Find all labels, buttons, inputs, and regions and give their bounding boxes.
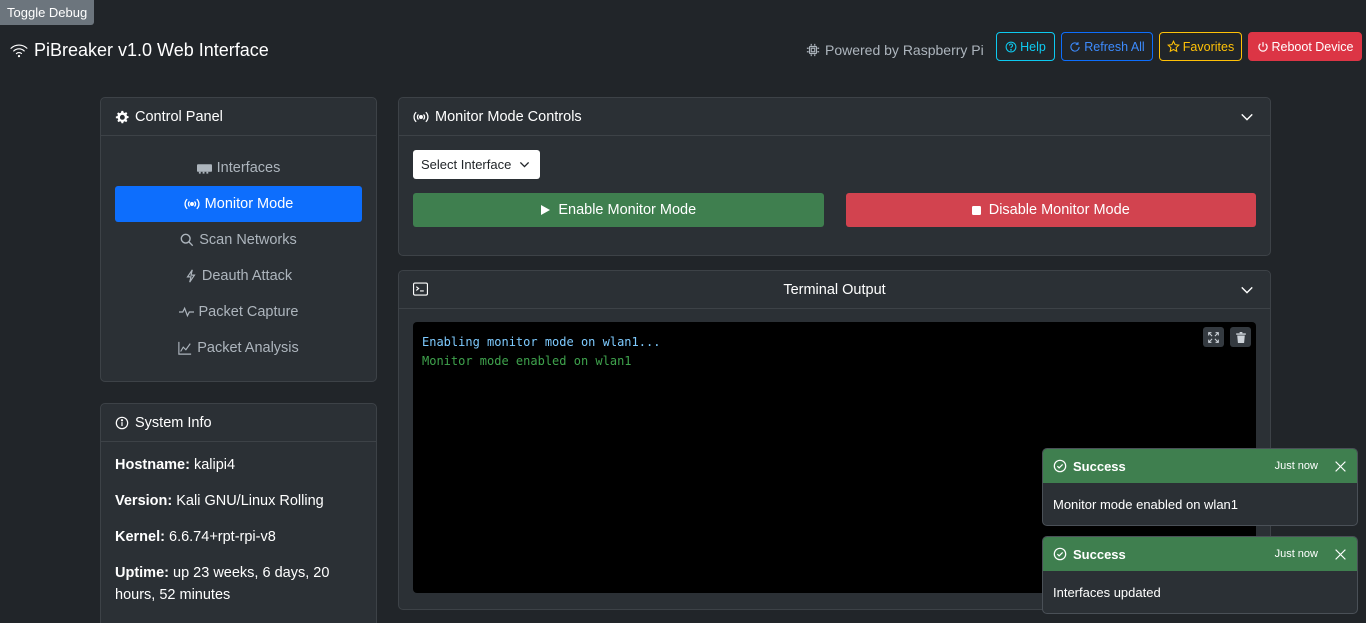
info-row-kernel: Kernel: 6.6.74+rpt-rpi-v8 <box>115 526 362 548</box>
question-circle-icon <box>1005 41 1017 52</box>
toggle-debug-button[interactable]: Toggle Debug <box>0 0 95 25</box>
lightning-icon <box>186 269 196 283</box>
play-icon <box>541 205 551 215</box>
reboot-device-button[interactable]: Reboot Device <box>1248 32 1362 61</box>
system-info-body: Hostname: kalipi4 Version: Kali GNU/Linu… <box>101 442 376 623</box>
info-value: kalipi4 <box>193 457 236 473</box>
check-circle-icon <box>1053 459 1067 473</box>
clear-terminal-button[interactable] <box>1230 327 1251 347</box>
toast-message: Monitor mode enabled on wlan1 <box>1053 496 1239 512</box>
info-row-version: Version: Kali GNU/Linux Rolling <box>115 490 362 512</box>
app-brand: PiBreaker v1.0 Web Interface <box>10 40 269 61</box>
toast-time: Just now <box>1274 548 1318 560</box>
nav-item-deauth-attack[interactable]: Deauth Attack <box>115 258 362 294</box>
close-icon[interactable] <box>1334 460 1347 473</box>
chevron-down-icon[interactable] <box>1240 110 1254 124</box>
nav-item-packet-analysis[interactable]: Packet Analysis <box>115 330 362 366</box>
close-icon[interactable] <box>1334 548 1347 561</box>
wifi-icon <box>10 43 28 57</box>
toast-title: Success <box>1073 458 1126 474</box>
nav-item-label: Scan Networks <box>199 232 297 248</box>
graph-icon <box>178 341 192 355</box>
info-key: Kernel: <box>115 529 165 545</box>
chevron-down-icon[interactable] <box>1240 283 1254 297</box>
toast-message: Interfaces updated <box>1053 584 1161 600</box>
broadcast-icon <box>184 198 200 210</box>
favorites-label: Favorites <box>1182 39 1235 54</box>
enable-monitor-mode-label: Enable Monitor Mode <box>558 202 697 218</box>
control-panel-card: Control Panel Interfaces Monitor Mode Sc… <box>100 97 377 382</box>
chevron-down-icon <box>520 161 530 168</box>
star-icon <box>1166 40 1180 53</box>
check-circle-icon <box>1053 547 1067 561</box>
toast-header: Success Just now <box>1043 449 1357 483</box>
ethernet-card-icon <box>196 164 212 174</box>
info-value: 6.6.74+rpt-rpi-v8 <box>169 529 276 545</box>
toast-header: Success Just now <box>1043 537 1357 571</box>
nav-item-label: Packet Capture <box>198 304 299 320</box>
terminal-output-title: Terminal Output <box>783 281 886 298</box>
system-info-card: System Info Hostname: kalipi4 Version: K… <box>100 403 377 623</box>
system-info-title: System Info <box>135 414 212 431</box>
terminal-line: Monitor mode enabled on wlan1 <box>422 354 632 368</box>
powered-by: Powered by Raspberry Pi <box>806 42 984 58</box>
trash-icon <box>1235 331 1246 343</box>
interface-select[interactable]: Select Interface <box>413 150 540 179</box>
gear-icon <box>115 110 129 123</box>
control-panel-title: Control Panel <box>135 108 223 125</box>
nav-item-label: Deauth Attack <box>201 268 293 284</box>
power-icon <box>1257 41 1268 52</box>
nav-item-label: Interfaces <box>216 160 281 176</box>
enable-monitor-mode-button[interactable]: Enable Monitor Mode <box>413 193 824 227</box>
disable-monitor-mode-button[interactable]: Disable Monitor Mode <box>845 193 1256 227</box>
cpu-icon <box>806 43 820 57</box>
nav-item-monitor-mode[interactable]: Monitor Mode <box>115 186 362 222</box>
info-key: Hostname: <box>115 457 190 473</box>
broadcast-icon <box>413 111 429 122</box>
info-row-hostname: Hostname: kalipi4 <box>115 454 362 476</box>
info-value: Kali GNU/Linux Rolling <box>176 493 324 509</box>
refresh-all-button[interactable]: Refresh All <box>1061 32 1153 61</box>
info-key: Uptime: <box>115 565 169 581</box>
control-panel-header: Control Panel <box>101 98 376 136</box>
monitor-mode-body: Select Interface Enable Monitor Mode Dis… <box>399 136 1270 241</box>
nav-item-scan-networks[interactable]: Scan Networks <box>115 222 362 258</box>
toast-notification: Success Just now Interfaces updated <box>1042 536 1358 614</box>
toast-title: Success <box>1073 546 1126 562</box>
info-key: Version: <box>115 493 173 509</box>
terminal-icon <box>413 282 428 296</box>
terminal-output-header[interactable]: Terminal Output <box>399 271 1270 309</box>
search-icon <box>180 233 194 247</box>
monitor-mode-title: Monitor Mode Controls <box>435 108 582 125</box>
page-title: PiBreaker v1.0 Web Interface <box>34 40 269 60</box>
toast-time: Just now <box>1274 460 1318 472</box>
help-button-label: Help <box>1020 39 1046 54</box>
monitor-mode-header[interactable]: Monitor Mode Controls <box>399 98 1270 136</box>
disable-monitor-mode-label: Disable Monitor Mode <box>988 202 1130 218</box>
nav-item-label: Packet Analysis <box>197 340 299 356</box>
info-circle-icon <box>115 416 129 429</box>
nav-item-label: Monitor Mode <box>204 196 294 212</box>
refresh-icon <box>1070 41 1080 52</box>
system-info-header: System Info <box>101 404 376 442</box>
refresh-all-label: Refresh All <box>1084 39 1145 54</box>
reboot-device-label: Reboot Device <box>1271 39 1354 54</box>
terminal-line: Enabling monitor mode on wlan1... <box>422 335 661 349</box>
nav-item-packet-capture[interactable]: Packet Capture <box>115 294 362 330</box>
monitor-mode-card: Monitor Mode Controls Select Interface E… <box>398 97 1271 256</box>
pulse-icon <box>178 306 194 318</box>
info-row-uptime: Uptime: up 23 weeks, 6 days, 20 hours, 5… <box>115 562 362 606</box>
favorites-button[interactable]: Favorites <box>1159 32 1242 61</box>
toast-notification: Success Just now Monitor mode enabled on… <box>1042 448 1358 526</box>
help-button[interactable]: Help <box>996 32 1055 61</box>
control-panel-nav: Interfaces Monitor Mode Scan Networks De… <box>101 136 376 380</box>
fullscreen-button[interactable] <box>1203 327 1224 347</box>
powered-by-label: Powered by Raspberry Pi <box>825 42 984 58</box>
interface-select-value: Select Interface <box>421 157 512 172</box>
fullscreen-icon <box>1208 331 1219 343</box>
monitor-button-row: Enable Monitor Mode Disable Monitor Mode <box>413 193 1256 227</box>
nav-item-interfaces[interactable]: Interfaces <box>115 150 362 186</box>
stop-icon <box>971 205 981 215</box>
